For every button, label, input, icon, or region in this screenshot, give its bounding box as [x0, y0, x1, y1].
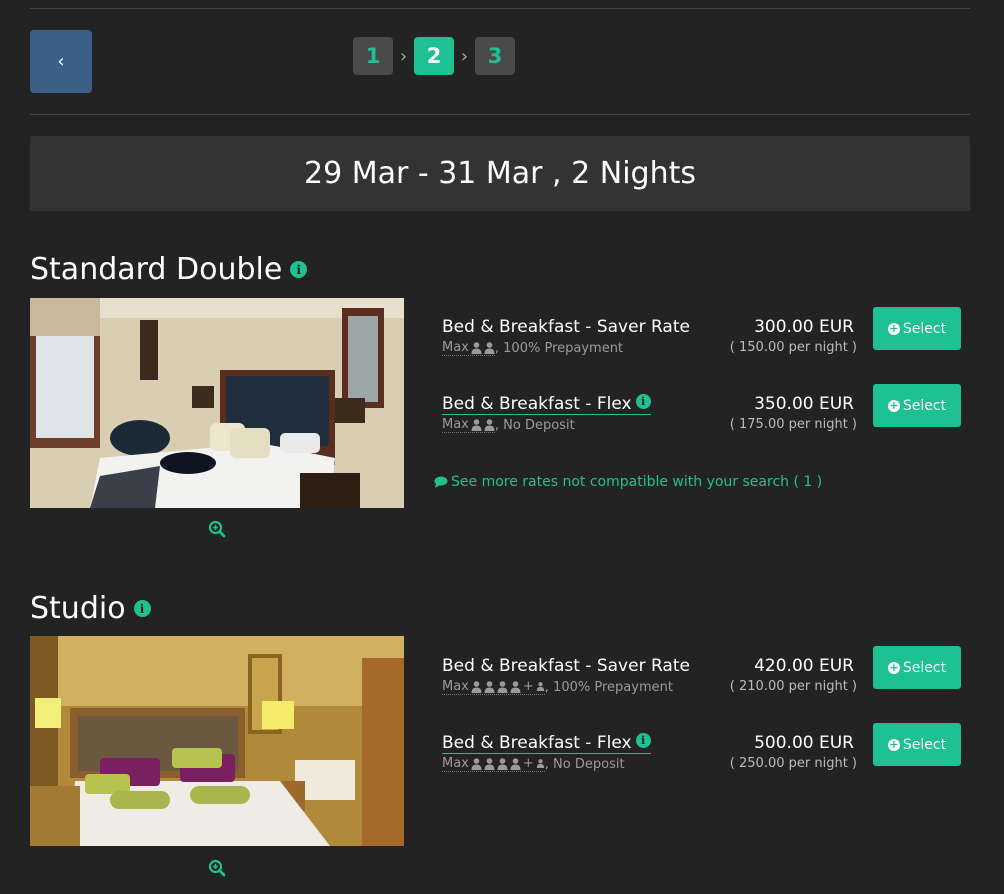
per-night-price: ( 250.00 per night ) — [729, 756, 857, 771]
user-icon — [484, 418, 495, 431]
zoom-in-icon[interactable] — [208, 859, 226, 877]
user-icon — [484, 680, 495, 693]
room-name: Standard Double — [30, 252, 283, 287]
max-label: Max — [442, 340, 469, 355]
total-price: 350.00 EUR — [754, 394, 854, 414]
info-circle-icon[interactable]: i — [635, 394, 651, 409]
rate-condition: , 100% Prepayment — [544, 679, 673, 695]
room-title: Studio i — [30, 591, 151, 626]
step-2[interactable]: 2 — [414, 37, 454, 75]
max-occupancy[interactable]: Max + — [442, 679, 545, 695]
step-1[interactable]: 1 — [353, 37, 393, 75]
select-label: Select — [902, 320, 947, 337]
total-price: 300.00 EUR — [754, 317, 854, 337]
child-user-icon — [536, 682, 545, 691]
user-icon — [471, 418, 482, 431]
back-button[interactable]: ‹ — [30, 30, 92, 93]
nav-divider — [30, 114, 970, 115]
select-label: Select — [902, 397, 947, 414]
user-icon — [497, 680, 508, 693]
room-name: Studio — [30, 591, 126, 626]
max-occupancy[interactable]: Max — [442, 417, 495, 433]
rate-name-text: Bed & Breakfast - Saver Rate — [442, 317, 690, 337]
rate-condition: , No Deposit — [494, 417, 575, 433]
room-photo[interactable] — [30, 636, 404, 846]
rate-name-text: Bed & Breakfast - Flex — [442, 394, 632, 414]
user-icon — [484, 757, 495, 770]
user-icon — [471, 757, 482, 770]
step-indicator: 1 › 2 › 3 — [353, 37, 515, 75]
select-label: Select — [902, 736, 947, 753]
select-button[interactable]: + Select — [873, 307, 961, 350]
room-title: Standard Double i — [30, 252, 308, 287]
rate-name-text: Bed & Breakfast - Saver Rate — [442, 656, 690, 676]
date-range-text: 29 Mar - 31 Mar , 2 Nights — [304, 156, 696, 191]
max-label: Max — [442, 756, 469, 771]
more-rates-link[interactable]: See more rates not compatible with your … — [434, 474, 822, 490]
plus-circle-icon: + — [887, 660, 900, 674]
chevron-right-icon: › — [460, 45, 469, 67]
step-3[interactable]: 3 — [475, 37, 515, 75]
select-button[interactable]: + Select — [873, 384, 961, 427]
rate-name-link[interactable]: Bed & Breakfast - Flex i — [442, 733, 651, 754]
max-label: Max — [442, 417, 469, 432]
plus-circle-icon: + — [887, 737, 900, 751]
chevron-left-icon: ‹ — [57, 51, 65, 72]
rate-occupancy: Max + , 100% Prepayment — [442, 679, 673, 695]
room-photo[interactable] — [30, 298, 404, 508]
rate-name-text: Bed & Breakfast - Flex — [442, 733, 632, 753]
rate-row: Bed & Breakfast - Saver Rate Max + , 100… — [442, 646, 962, 704]
user-icon — [510, 680, 521, 693]
plus-circle-icon: + — [887, 321, 900, 335]
user-icon — [510, 757, 521, 770]
rate-name: Bed & Breakfast - Saver Rate — [442, 317, 690, 337]
room-photo-image — [30, 636, 404, 846]
date-summary: 29 Mar - 31 Mar , 2 Nights — [30, 136, 970, 211]
user-icon — [471, 680, 482, 693]
rate-row: Bed & Breakfast - Saver Rate Max , 100% … — [442, 307, 962, 365]
per-night-price: ( 150.00 per night ) — [729, 340, 857, 355]
rate-name: Bed & Breakfast - Flex i — [442, 394, 651, 415]
rate-condition: , No Deposit — [544, 756, 625, 772]
info-circle-icon[interactable]: i — [635, 733, 651, 748]
total-price: 500.00 EUR — [754, 733, 854, 753]
max-occupancy[interactable]: Max + — [442, 756, 545, 772]
user-icon — [497, 757, 508, 770]
user-icon — [484, 341, 495, 354]
info-circle-icon[interactable]: i — [290, 261, 308, 278]
rate-condition: , 100% Prepayment — [494, 340, 624, 356]
rate-name: Bed & Breakfast - Saver Rate — [442, 656, 690, 676]
user-icon — [471, 341, 482, 354]
rate-occupancy: Max , No Deposit — [442, 417, 575, 433]
per-night-price: ( 175.00 per night ) — [729, 417, 857, 432]
rate-occupancy: Max , 100% Prepayment — [442, 340, 623, 356]
select-button[interactable]: + Select — [873, 646, 961, 689]
per-night-price: ( 210.00 per night ) — [729, 679, 857, 694]
info-circle-icon[interactable]: i — [133, 600, 151, 617]
rate-row: Bed & Breakfast - Flex i Max + , No Depo… — [442, 723, 962, 781]
select-button[interactable]: + Select — [873, 723, 961, 766]
max-label: Max — [442, 679, 469, 694]
max-occupancy[interactable]: Max — [442, 340, 495, 356]
child-user-icon — [536, 759, 545, 768]
rate-row: Bed & Breakfast - Flex i Max , No Deposi… — [442, 384, 962, 442]
more-rates-text: See more rates not compatible with your … — [451, 474, 823, 490]
total-price: 420.00 EUR — [754, 656, 854, 676]
rate-name-link[interactable]: Bed & Breakfast - Flex i — [442, 394, 651, 415]
rate-name: Bed & Breakfast - Flex i — [442, 733, 651, 754]
rate-occupancy: Max + , No Deposit — [442, 756, 625, 772]
chevron-right-icon: › — [399, 45, 408, 67]
top-divider — [30, 8, 970, 9]
room-photo-image — [30, 298, 404, 508]
plus-circle-icon: + — [887, 398, 900, 412]
comment-icon — [434, 476, 448, 488]
select-label: Select — [902, 659, 947, 676]
zoom-in-icon[interactable] — [208, 520, 226, 538]
